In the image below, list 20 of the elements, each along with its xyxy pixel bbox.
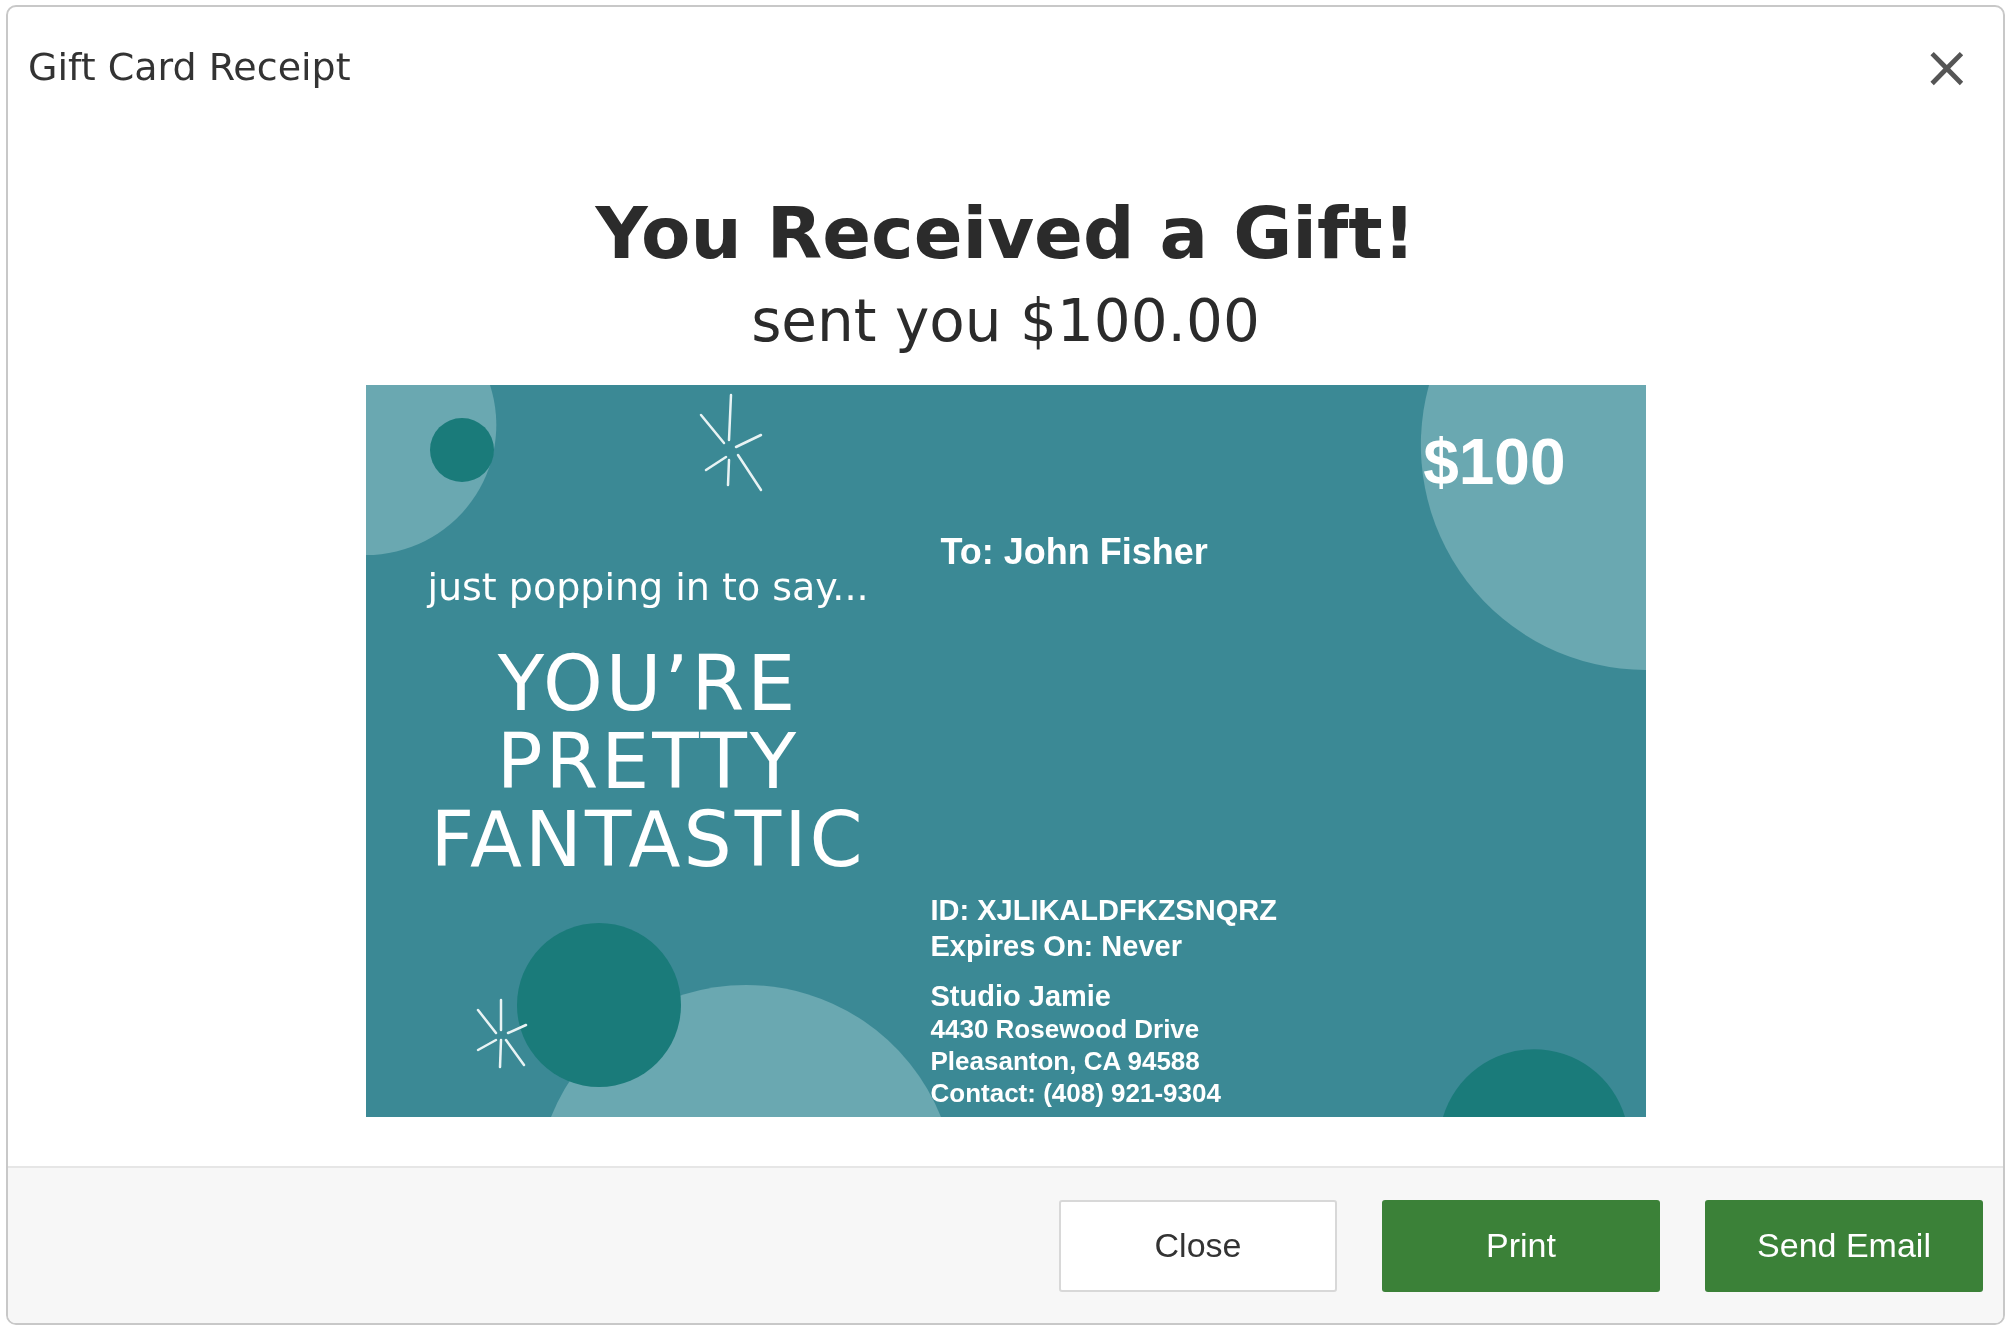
action-button[interactable]: Send Email (1705, 1199, 1983, 1292)
card-tagline: just popping in to say... (427, 565, 869, 609)
card-amount: $100 (1423, 425, 1566, 499)
card-message: FANTASTIC (430, 801, 866, 879)
business-name: Studio Jamie (930, 980, 1111, 1013)
dialog-title: Gift Card Receipt (28, 45, 351, 89)
action-button[interactable]: Print (1382, 1199, 1660, 1292)
action-button[interactable]: Close (1059, 1199, 1337, 1292)
business-address: 4430 Rosewood Drive (930, 1013, 1200, 1045)
card-expiry: Expires On: Never (930, 929, 1182, 964)
card-message: PRETTY (495, 723, 801, 801)
card-message: YOU’RE (496, 645, 800, 723)
heading: You Received a Gift! (595, 197, 1416, 269)
subheading: sent you $100.00 (751, 287, 1260, 355)
card-recipient: To: John Fisher (940, 531, 1208, 573)
business-address: Contact: (408) 921-9304 (930, 1077, 1221, 1109)
card-id: ID: XJLIKALDFKZSNQRZ (930, 893, 1277, 928)
sparkle-icon (699, 393, 762, 492)
sparkle-icon (476, 998, 527, 1069)
business-address: Pleasanton, CA 94588 (930, 1045, 1200, 1077)
